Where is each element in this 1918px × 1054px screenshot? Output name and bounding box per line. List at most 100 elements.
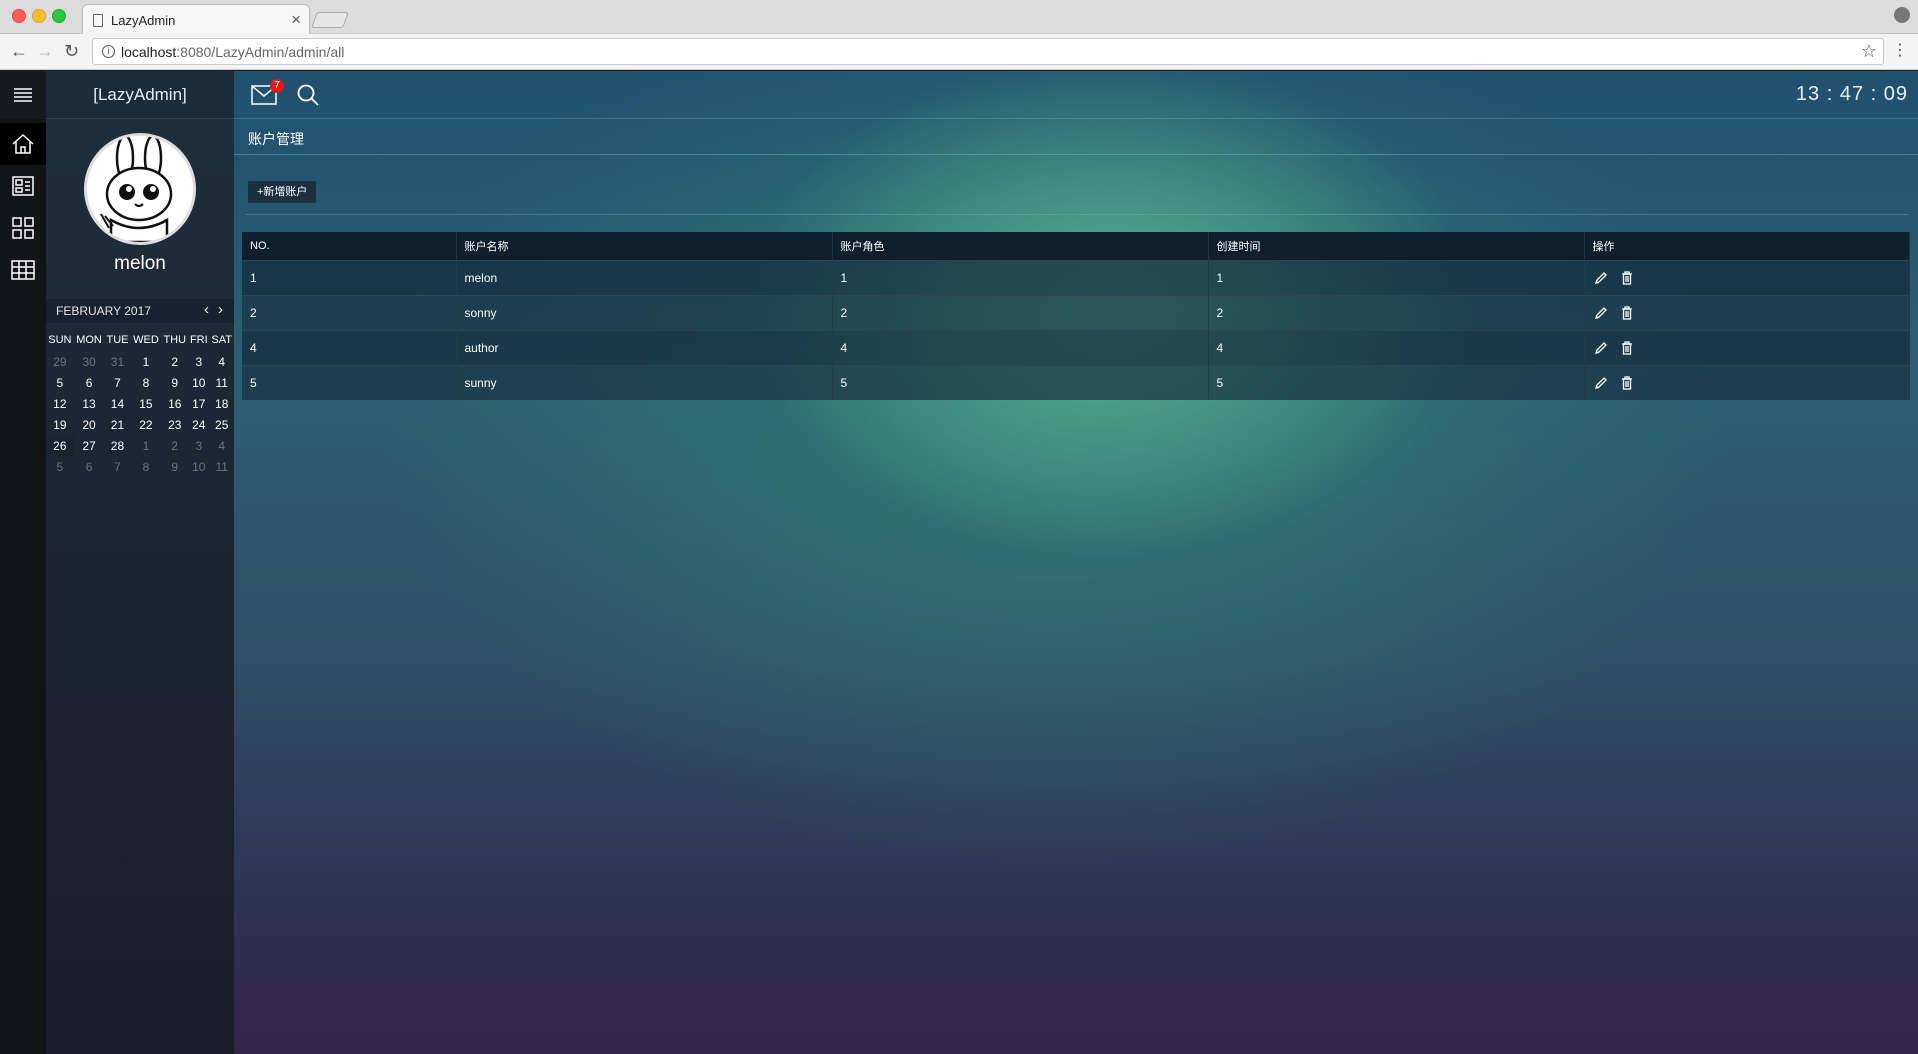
calendar-day[interactable]: 22: [131, 414, 162, 435]
calendar-day[interactable]: 10: [188, 372, 209, 393]
avatar[interactable]: [84, 133, 196, 245]
calendar-header: FEBRUARY 2017 ‹ ›: [46, 299, 234, 323]
page-icon: [93, 14, 103, 27]
calendar-day[interactable]: 8: [131, 372, 162, 393]
weekday-label: SAT: [211, 334, 232, 346]
weekday-label: SUN: [48, 334, 72, 346]
calendar-day[interactable]: 14: [104, 393, 130, 414]
icon-sidebar: [0, 71, 46, 1054]
calendar-day[interactable]: 13: [74, 393, 105, 414]
edit-icon[interactable]: [1593, 340, 1609, 356]
address-bar[interactable]: i localhost:8080/LazyAdmin/admin/all ☆: [92, 38, 1884, 65]
calendar-day[interactable]: 28: [104, 435, 130, 456]
column-header-no[interactable]: NO.: [242, 232, 457, 260]
calendar-day[interactable]: 20: [74, 414, 105, 435]
column-header-actions: 操作: [1584, 232, 1910, 260]
calendar-day[interactable]: 7: [104, 372, 130, 393]
username: melon: [114, 253, 166, 274]
chevron-right-icon[interactable]: ›: [218, 301, 223, 318]
calendar-day[interactable]: 17: [188, 393, 209, 414]
calendar-week: 26 27 28 1 2 3 4: [46, 435, 234, 456]
nav-home-button[interactable]: [0, 123, 46, 165]
window-close-button[interactable]: [12, 9, 26, 23]
calendar-day[interactable]: 31: [104, 351, 130, 372]
brand-title[interactable]: [LazyAdmin]: [46, 71, 234, 119]
table-row[interactable]: 4 author 4 4: [242, 329, 1910, 365]
cell-no: 5: [242, 364, 457, 400]
calendar-day[interactable]: 16: [161, 393, 188, 414]
cell-time: 5: [1208, 364, 1585, 400]
weekday-label: TUE: [106, 334, 129, 346]
calendar-day[interactable]: 30: [74, 351, 105, 372]
edit-icon[interactable]: [1593, 270, 1609, 286]
calendar-day[interactable]: 12: [46, 393, 74, 414]
calendar-day[interactable]: 6: [74, 456, 105, 477]
calendar-day[interactable]: 15: [131, 393, 162, 414]
info-icon[interactable]: i: [102, 45, 115, 58]
url-path: :8080/LazyAdmin/admin/all: [176, 44, 345, 60]
app-root: [LazyAdmin] melon FEBRUARY 2017 ‹ › SUN: [0, 71, 1918, 1054]
calendar-day[interactable]: 27: [74, 435, 105, 456]
table-row[interactable]: 1 melon 1 1: [242, 259, 1910, 295]
browser-toolbar: ← → ↻ i localhost:8080/LazyAdmin/admin/a…: [0, 34, 1918, 70]
calendar-day[interactable]: 5: [46, 456, 74, 477]
calendar-day[interactable]: 9: [161, 372, 188, 393]
calendar-day[interactable]: 18: [209, 393, 234, 414]
profile-icon[interactable]: [1894, 7, 1910, 23]
calendar-day[interactable]: 3: [188, 435, 209, 456]
reload-button[interactable]: ↻: [64, 40, 79, 62]
calendar-day[interactable]: 23: [161, 414, 188, 435]
column-header-name[interactable]: 账户名称: [456, 232, 833, 260]
column-header-time[interactable]: 创建时间: [1208, 232, 1585, 260]
bookmark-star-icon[interactable]: ☆: [1861, 41, 1877, 62]
calendar-day[interactable]: 24: [188, 414, 209, 435]
calendar-day[interactable]: 2: [161, 435, 188, 456]
tab-close-icon[interactable]: ×: [291, 10, 301, 30]
nav-dashboard-button[interactable]: [0, 165, 46, 207]
window-minimize-button[interactable]: [32, 9, 46, 23]
browser-tab[interactable]: LazyAdmin ×: [82, 4, 310, 35]
table-row[interactable]: 5 sunny 5 5: [242, 364, 1910, 400]
new-tab-button[interactable]: [311, 12, 349, 28]
delete-icon[interactable]: [1619, 375, 1635, 391]
cell-no: 1: [242, 259, 457, 295]
calendar-day[interactable]: 3: [188, 351, 209, 372]
calendar-day[interactable]: 11: [209, 372, 234, 393]
add-account-button[interactable]: +新增账户: [248, 181, 317, 203]
calendar-day[interactable]: 2: [161, 351, 188, 372]
calendar-day[interactable]: 4: [209, 435, 234, 456]
table-row[interactable]: 2 sonny 2 2: [242, 294, 1910, 330]
calendar-day[interactable]: 11: [209, 456, 234, 477]
search-icon[interactable]: [296, 83, 320, 107]
calendar-day[interactable]: 9: [161, 456, 188, 477]
menu-toggle-button[interactable]: [0, 71, 46, 119]
forward-button[interactable]: →: [36, 40, 54, 62]
calendar-day[interactable]: 8: [131, 456, 162, 477]
edit-icon[interactable]: [1593, 375, 1609, 391]
delete-icon[interactable]: [1619, 270, 1635, 286]
page-title: 账户管理: [248, 131, 304, 147]
delete-icon[interactable]: [1619, 305, 1635, 321]
calendar-day[interactable]: 7: [104, 456, 130, 477]
grid-icon: [12, 217, 34, 239]
delete-icon[interactable]: [1619, 340, 1635, 356]
chevron-left-icon[interactable]: ‹: [204, 301, 209, 318]
calendar-day[interactable]: 1: [131, 435, 162, 456]
calendar-day[interactable]: 10: [188, 456, 209, 477]
back-button[interactable]: ←: [10, 40, 28, 62]
calendar-day[interactable]: 25: [209, 414, 234, 435]
calendar-day[interactable]: 21: [104, 414, 130, 435]
nav-table-button[interactable]: [0, 249, 46, 291]
browser-menu-icon[interactable]: ⋮: [1892, 40, 1908, 60]
calendar-day[interactable]: 6: [74, 372, 105, 393]
nav-grid-button[interactable]: [0, 207, 46, 249]
calendar-day[interactable]: 29: [46, 351, 74, 372]
window-zoom-button[interactable]: [52, 9, 66, 23]
column-header-role[interactable]: 账户角色: [832, 232, 1209, 260]
calendar-day[interactable]: 4: [209, 351, 234, 372]
calendar-day[interactable]: 1: [131, 351, 162, 372]
calendar-day[interactable]: 5: [46, 372, 74, 393]
calendar-day[interactable]: 19: [46, 414, 74, 435]
calendar-day-today[interactable]: 26: [46, 435, 74, 456]
edit-icon[interactable]: [1593, 305, 1609, 321]
